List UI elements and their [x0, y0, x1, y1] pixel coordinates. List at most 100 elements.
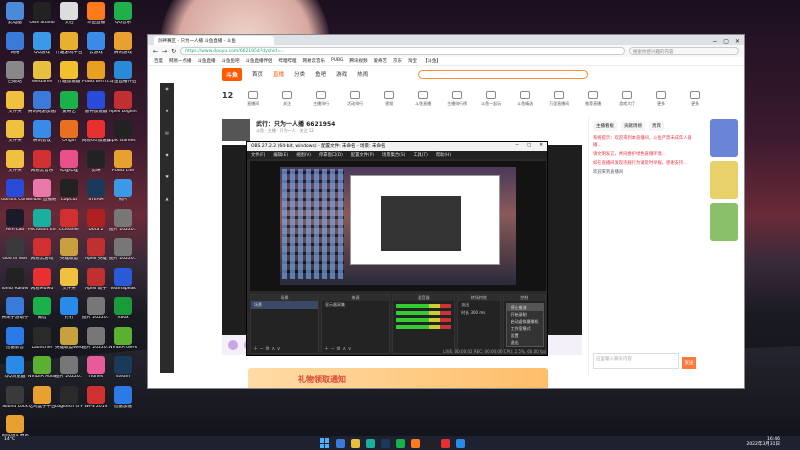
chat-tab[interactable]: 主播看板	[593, 121, 617, 131]
category-item[interactable]: 更多	[681, 91, 709, 113]
minimize-icon[interactable]: −	[515, 143, 519, 150]
clock[interactable]: 16:46 2022年3月31日	[746, 437, 780, 448]
bookmark-link[interactable]: 哔哩哔哩	[279, 58, 297, 64]
bookmark-link[interactable]: 【斗鱼】	[423, 58, 441, 64]
app-icon[interactable]	[456, 438, 465, 448]
obs-menu-item[interactable]: 工具(T)	[413, 152, 428, 158]
bookmark-link[interactable]: PUBG	[331, 58, 344, 64]
controls-button[interactable]: 退出	[507, 339, 543, 346]
close-icon[interactable]: ✕	[539, 143, 543, 150]
nav-link[interactable]: 首页	[252, 72, 263, 78]
category-item[interactable]: 关注	[273, 91, 301, 113]
obs-menu-item[interactable]: 停靠窗口(D)	[319, 152, 343, 158]
gift-icon[interactable]	[228, 340, 238, 350]
explorer-icon[interactable]	[351, 438, 360, 448]
nav-link[interactable]: 游戏	[336, 72, 347, 78]
transition-select[interactable]: 淡出	[458, 301, 499, 309]
category-item[interactable]: 斗鱼一起玩	[477, 91, 505, 113]
douyu-icon[interactable]	[411, 438, 420, 448]
desktop-icon[interactable]: WPS 2019	[83, 385, 109, 424]
maximize-icon[interactable]: ▢	[527, 143, 531, 150]
minimize-icon[interactable]: −	[712, 38, 717, 45]
close-icon[interactable]: ✕	[735, 38, 740, 45]
category-item[interactable]: 主播排行榜	[443, 91, 471, 113]
start-icon[interactable]	[320, 438, 330, 448]
search-icon[interactable]	[336, 438, 345, 448]
obs-menu-item[interactable]: 视图(V)	[296, 152, 311, 158]
bookmark-link[interactable]: 斗鱼直播伴侣	[246, 58, 273, 64]
bookmark-link[interactable]: 斗鱼直播	[198, 58, 216, 64]
sidebar-item[interactable]: ◆	[160, 149, 174, 171]
promo-banner[interactable]: 礼物领取通知	[248, 368, 548, 388]
category-item[interactable]: 斗鱼直播	[409, 91, 437, 113]
category-item[interactable]: 视频	[375, 91, 403, 113]
forward-icon[interactable]: →	[162, 48, 167, 55]
chat-tab[interactable]: 贵宾	[649, 121, 664, 131]
ad-card[interactable]	[710, 161, 738, 199]
browser-search-input[interactable]: 搜索你感兴趣的内容	[629, 47, 739, 55]
back-icon[interactable]: ←	[153, 48, 158, 55]
desktop-icon[interactable]: 迅雷加速	[110, 385, 136, 424]
edge-icon[interactable]	[366, 438, 375, 448]
controls-button[interactable]: 启动虚拟摄像机	[507, 318, 543, 325]
category-item[interactable]: 活动排行	[341, 91, 369, 113]
obs-menu-item[interactable]: 配置文件(P)	[351, 152, 374, 158]
ad-card[interactable]	[710, 203, 738, 241]
nav-link[interactable]: 热闹	[357, 72, 368, 78]
controls-button[interactable]: 停止推流	[506, 304, 543, 311]
chat-input[interactable]: 这里输入聊天内容	[593, 353, 679, 369]
maximize-icon[interactable]: ▢	[723, 38, 729, 45]
site-search-input[interactable]	[418, 69, 589, 79]
transition-duration[interactable]: 时长 300 ms	[458, 309, 499, 317]
source-item[interactable]: 显示器采集	[322, 301, 389, 309]
category-item[interactable]: 主播排行	[307, 91, 335, 113]
nav-link[interactable]: 鱼吧	[315, 72, 326, 78]
wechat-icon[interactable]	[396, 438, 405, 448]
sidebar-item[interactable]: ♥	[160, 171, 174, 193]
bookmark-link[interactable]: 斗鱼鱼吧	[222, 58, 240, 64]
scene-item[interactable]: 场景	[251, 301, 319, 309]
controls-button[interactable]: 设置	[507, 332, 543, 339]
ad-card[interactable]	[710, 119, 738, 157]
obs-menu-item[interactable]: 文件(F)	[251, 152, 265, 158]
nav-link[interactable]: 分类	[294, 72, 305, 78]
sidebar-item[interactable]: ▲	[160, 193, 174, 215]
chat-tab[interactable]: 贡献周榜	[621, 121, 645, 131]
controls-button[interactable]: 工作室模式	[507, 325, 543, 332]
app-icon	[87, 297, 105, 315]
sidebar-item[interactable]: ▤	[160, 127, 174, 149]
streamer-avatar[interactable]	[222, 119, 250, 141]
category-item[interactable]: 更多	[647, 91, 675, 113]
sidebar-item[interactable]: ◉	[160, 83, 174, 105]
sidebar-item[interactable]: ★	[160, 105, 174, 127]
browser-tab[interactable]: 剑神赛区 - 只为一人播 斗鱼直播 - 斗鱼	[154, 36, 274, 45]
nav-link[interactable]: 直播	[273, 72, 284, 78]
weather[interactable]: 14°C	[4, 437, 15, 442]
steam-icon[interactable]	[381, 438, 390, 448]
desktop-icon[interactable]: Logitech G HUB	[55, 385, 83, 424]
bookmark-link[interactable]: 网易云音乐	[303, 58, 326, 64]
bookmark-link[interactable]: 爱奇艺	[374, 58, 388, 64]
category-item[interactable]: 推荐直播	[579, 91, 607, 113]
category-item[interactable]: 游戏大厅	[613, 91, 641, 113]
controls-button[interactable]: 开始录制	[507, 311, 543, 318]
bookmark-link[interactable]: 网易一点播	[169, 58, 192, 64]
desktop-icon[interactable]: 吃鸡盒子平台	[29, 385, 56, 424]
bookmark-link[interactable]: 腾讯视频	[350, 58, 368, 64]
obs-menu-item[interactable]: 场景集合(S)	[382, 152, 405, 158]
category-item[interactable]: 万里直播间	[545, 91, 573, 113]
bookmark-link[interactable]: 百度	[154, 58, 163, 64]
category-item[interactable]: 斗鱼精选	[511, 91, 539, 113]
reload-icon[interactable]: ↻	[171, 48, 176, 55]
obs-menu-item[interactable]: 编辑(E)	[273, 152, 288, 158]
site-logo[interactable]: 斗鱼	[222, 67, 243, 81]
app-icon[interactable]	[441, 438, 450, 448]
address-bar[interactable]: https://www.douyu.com/6621954?dyshid=...	[180, 47, 625, 55]
obs-menu-item[interactable]: 帮助(H)	[436, 152, 451, 158]
send-button[interactable]: 发送	[682, 357, 696, 369]
obs-icon[interactable]	[426, 438, 435, 448]
bookmark-link[interactable]: 淘宝	[408, 58, 417, 64]
obs-preview[interactable]	[250, 161, 546, 291]
bookmark-link[interactable]: 京东	[393, 58, 402, 64]
category-item[interactable]: 直播间	[239, 91, 267, 113]
